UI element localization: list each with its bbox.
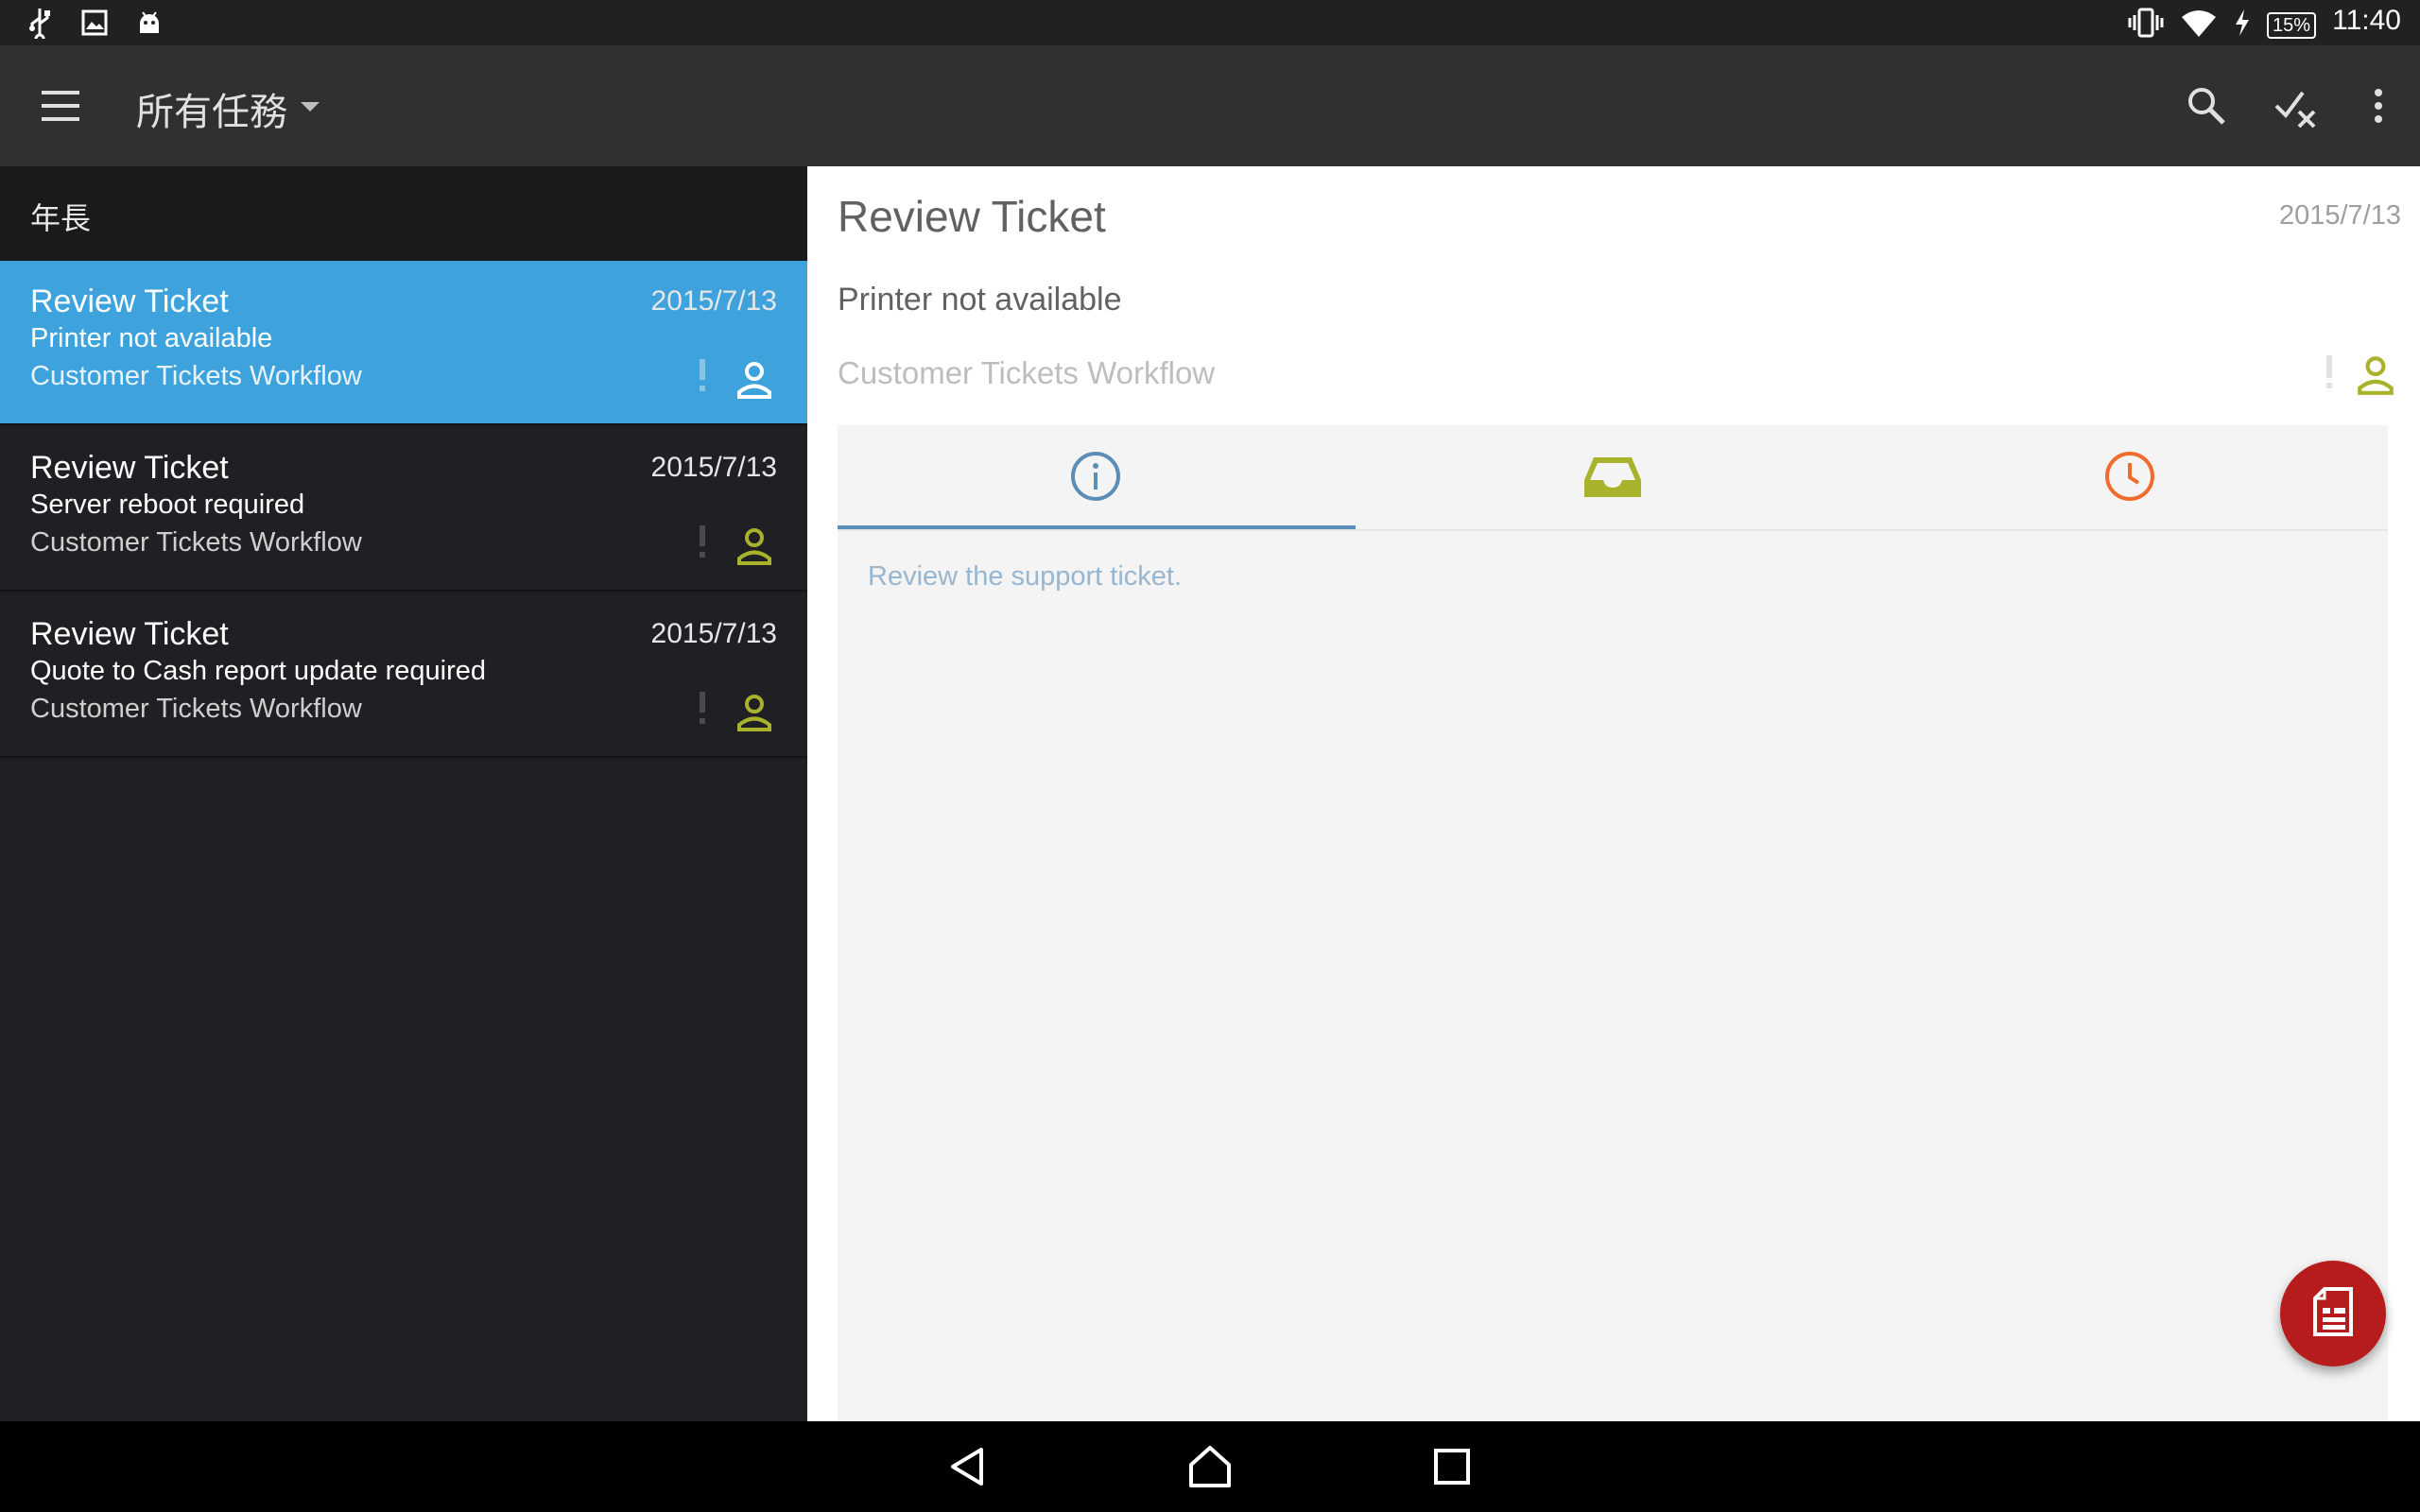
usb-icon	[23, 6, 57, 40]
active-tab-indicator	[838, 525, 1356, 529]
vibrate-icon	[2127, 8, 2165, 43]
recents-icon[interactable]	[1427, 1442, 1477, 1491]
wifi-icon	[2180, 8, 2218, 43]
navigation-bar	[0, 1421, 2420, 1512]
dropdown-caret-icon[interactable]	[301, 102, 320, 112]
clock-icon	[2103, 450, 2156, 507]
home-icon[interactable]	[1185, 1442, 1235, 1491]
check-x-icon[interactable]	[2273, 81, 2322, 130]
task-date: 2015/7/13	[650, 618, 777, 649]
task-workflow: Customer Tickets Workflow	[30, 694, 362, 724]
task-detail: Review Ticket 2015/7/13 Printer not avai…	[807, 166, 2420, 1421]
overflow-menu-icon[interactable]	[2354, 81, 2403, 130]
person-icon	[734, 359, 775, 401]
status-bar: 15% 11:40	[0, 0, 2420, 45]
search-icon[interactable]	[2182, 81, 2231, 130]
info-icon	[1069, 450, 1122, 507]
task-description: Review the support ticket.	[868, 561, 1183, 592]
app-toolbar: 所有任務	[0, 45, 2420, 166]
detail-card: Review the support ticket.	[838, 425, 2388, 1421]
priority-icon	[700, 359, 705, 391]
priority-icon	[700, 692, 705, 724]
task-title: Review Ticket	[30, 616, 229, 652]
task-item[interactable]: Review Ticket 2015/7/13 Printer not avai…	[0, 261, 807, 425]
detail-title: Review Ticket	[838, 192, 1106, 241]
task-subtitle: Server reboot required	[30, 490, 305, 520]
task-item[interactable]: Review Ticket 2015/7/13 Server reboot re…	[0, 427, 807, 592]
group-label: 年長	[30, 201, 92, 235]
tab-history[interactable]	[1872, 425, 2388, 531]
form-fab-button[interactable]	[2280, 1261, 2386, 1366]
person-icon	[734, 692, 775, 733]
assignee-icon[interactable]	[2354, 353, 2397, 397]
back-icon[interactable]	[945, 1442, 994, 1491]
clock: 11:40	[2332, 5, 2401, 36]
task-title: Review Ticket	[30, 450, 229, 486]
task-date: 2015/7/13	[650, 285, 777, 317]
task-workflow: Customer Tickets Workflow	[30, 527, 362, 558]
priority-icon	[700, 525, 705, 558]
task-date: 2015/7/13	[650, 452, 777, 483]
task-subtitle: Printer not available	[30, 323, 273, 353]
detail-date: 2015/7/13	[2278, 200, 2401, 231]
tab-info[interactable]	[838, 425, 1354, 531]
person-icon	[734, 525, 775, 567]
android-icon	[132, 6, 166, 40]
task-item[interactable]: Review Ticket 2015/7/13 Quote to Cash re…	[0, 593, 807, 758]
detail-subtitle: Printer not available	[838, 282, 1122, 318]
detail-tabs	[838, 425, 2388, 531]
task-workflow: Customer Tickets Workflow	[30, 361, 362, 391]
image-icon	[78, 6, 112, 40]
task-title: Review Ticket	[30, 284, 229, 319]
priority-icon	[2325, 355, 2333, 389]
task-filter-title[interactable]: 所有任務	[136, 81, 287, 136]
detail-workflow: Customer Tickets Workflow	[838, 355, 1216, 390]
task-subtitle: Quote to Cash report update required	[30, 656, 487, 686]
menu-icon[interactable]	[38, 83, 83, 129]
group-header: 年長	[0, 166, 807, 261]
form-document-icon	[2311, 1286, 2355, 1341]
inbox-icon	[1582, 454, 1643, 504]
task-list: 年長 Review Ticket 2015/7/13 Printer not a…	[0, 166, 807, 1421]
tab-inbox[interactable]	[1355, 425, 1871, 531]
battery-icon: 15%	[2266, 11, 2316, 39]
charging-icon	[2233, 8, 2252, 43]
